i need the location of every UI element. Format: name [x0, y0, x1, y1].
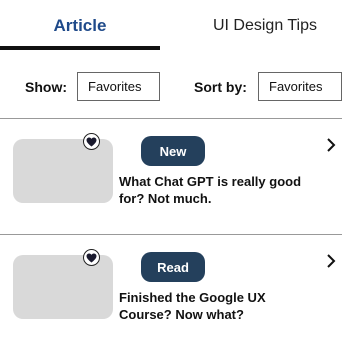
article-title[interactable]: What Chat GPT is really good for? Not mu… [119, 173, 319, 207]
show-select[interactable]: Favorites [77, 72, 160, 101]
chevron-right-icon[interactable] [324, 137, 338, 153]
article-card[interactable]: Read Finished the Google UX Course? Now … [0, 235, 342, 345]
active-tab-indicator [0, 46, 160, 50]
article-card[interactable]: New What Chat GPT is really good for? No… [0, 119, 342, 229]
show-label: Show: [25, 79, 67, 95]
sort-select[interactable]: Favorites [258, 72, 342, 101]
tab-bar: Article UI Design Tips [0, 0, 342, 52]
article-thumbnail [13, 255, 113, 319]
tab-ui-design-tips[interactable]: UI Design Tips [185, 0, 342, 52]
heart-icon[interactable] [83, 249, 100, 266]
chevron-right-icon[interactable] [324, 253, 338, 269]
heart-icon[interactable] [83, 133, 100, 150]
status-badge: Read [141, 252, 205, 282]
sort-by-label: Sort by: [194, 79, 247, 95]
article-thumbnail [13, 139, 113, 203]
article-title[interactable]: Finished the Google UX Course? Now what? [119, 289, 319, 323]
status-badge: New [141, 136, 205, 166]
tab-article[interactable]: Article [0, 0, 160, 52]
